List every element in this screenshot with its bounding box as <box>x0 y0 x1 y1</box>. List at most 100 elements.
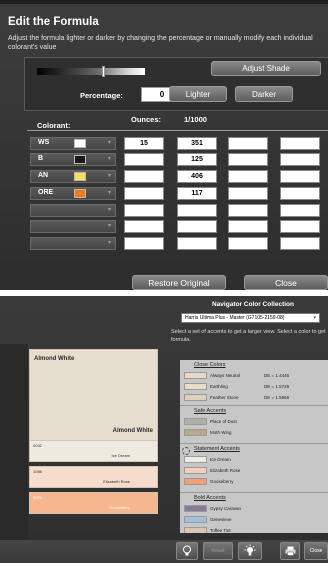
colorant-select[interactable]: WS ▾ <box>30 137 116 150</box>
accent-color-name: Always Neutral <box>210 373 241 378</box>
amount-input[interactable] <box>228 237 268 250</box>
amount-input[interactable] <box>228 137 268 150</box>
amount-input[interactable] <box>280 220 320 233</box>
accent-group-title[interactable]: Close Colors <box>194 362 225 368</box>
group-divider <box>180 405 328 406</box>
colorant-code: WS <box>38 139 50 146</box>
restore-original-button[interactable]: Restore Original <box>132 275 226 290</box>
ounces-input[interactable]: 15 <box>124 137 164 150</box>
amount-input[interactable] <box>228 187 268 200</box>
accent-color-item[interactable]: Always Neutral DE = 1.4446 <box>184 372 324 380</box>
lighter-button[interactable]: Lighter <box>169 86 227 102</box>
ounces-input[interactable] <box>124 187 164 200</box>
accent-color-name: Place of Dust <box>210 419 237 424</box>
lightbulb-on-button[interactable] <box>238 542 262 560</box>
chevron-down-icon: ▾ <box>107 207 111 213</box>
accent-swatch <box>184 394 207 401</box>
amount-input[interactable] <box>280 137 320 150</box>
lightbulb-icon <box>183 545 191 556</box>
accent-color-item[interactable]: Elizabeth Rose <box>184 467 324 475</box>
ounces-input[interactable] <box>124 204 164 217</box>
accent-color-name: Earthling <box>210 384 228 389</box>
amount-input[interactable] <box>228 220 268 233</box>
accent-swatch <box>184 516 207 523</box>
color-swatch[interactable]: 0032 Ice Dream <box>29 440 158 462</box>
colorant-code: ORE <box>38 189 54 196</box>
amount-input[interactable] <box>280 237 320 250</box>
parts-input[interactable]: 406 <box>177 170 217 183</box>
colorant-swatch <box>74 172 86 181</box>
color-swatch[interactable]: 0074 Gooseberry <box>29 492 158 514</box>
colorant-select[interactable]: ORE ▾ <box>30 187 116 200</box>
accent-color-item[interactable]: Gypsy Caravan <box>184 505 324 513</box>
edit-formula-dialog: Edit the Formula Adjust the formula ligh… <box>0 0 328 290</box>
lightbulb-off-button[interactable] <box>176 542 198 560</box>
accent-swatch <box>184 372 207 379</box>
accent-color-item[interactable]: Earthling DE = 1.5725 <box>184 383 324 391</box>
accent-color-item[interactable]: Toffee Tint <box>184 527 324 533</box>
chevron-down-icon: ▾ <box>107 223 111 229</box>
accent-swatch <box>184 418 207 425</box>
reset-button[interactable]: Reset <box>203 542 233 560</box>
amount-input[interactable] <box>228 170 268 183</box>
left-frame <box>0 344 28 563</box>
colorant-code: AN <box>38 172 49 179</box>
color-swatch[interactable]: 1056 Elizabeth Rose <box>29 466 158 488</box>
colorant-select[interactable]: ▾ <box>30 220 116 233</box>
amount-input[interactable] <box>228 204 268 217</box>
accent-group-title[interactable]: Safe Accents <box>194 408 226 414</box>
delta-e-value: DE = 1.4446 <box>264 373 290 378</box>
close-button[interactable]: Close <box>244 275 328 290</box>
adjust-shade-button[interactable]: Adjust Shade <box>211 61 321 76</box>
amount-input[interactable] <box>228 153 268 166</box>
colorant-select[interactable]: B ▾ <box>30 153 116 166</box>
accent-color-name: Moth Wing <box>210 430 232 435</box>
parts-input[interactable]: 351 <box>177 137 217 150</box>
accent-color-name: Toffee Tint <box>210 528 231 533</box>
shade-slider-handle[interactable] <box>102 66 106 77</box>
chevron-down-icon: ▾ <box>313 315 316 321</box>
amount-input[interactable] <box>280 204 320 217</box>
parts-input[interactable] <box>177 204 217 217</box>
ounces-input[interactable] <box>124 237 164 250</box>
print-button[interactable] <box>280 542 300 560</box>
parts-input[interactable] <box>177 237 217 250</box>
accent-color-item[interactable]: Gooseberry <box>184 478 324 486</box>
parts-input[interactable] <box>177 220 217 233</box>
parts-input[interactable]: 125 <box>177 153 217 166</box>
shade-slider[interactable] <box>37 66 145 77</box>
parts-input[interactable]: 117 <box>177 187 217 200</box>
selected-color-swatch[interactable]: Almond White Almond White <box>29 349 158 441</box>
ounces-input[interactable] <box>124 170 164 183</box>
accent-swatch <box>184 467 207 474</box>
accent-color-item[interactable]: Feather Stone DE = 1.5866 <box>184 394 324 402</box>
dialog-description: Adjust the formula lighter or darker by … <box>8 35 313 51</box>
colorant-select[interactable]: ▾ <box>30 237 116 250</box>
accent-color-name: Gypsy Caravan <box>210 506 242 511</box>
colorant-select[interactable]: ▾ <box>30 204 116 217</box>
amount-input[interactable] <box>280 153 320 166</box>
accent-color-item[interactable]: Ice Dream <box>184 456 324 464</box>
ounces-input[interactable] <box>124 153 164 166</box>
darker-button[interactable]: Darker <box>235 86 293 102</box>
colorant-select[interactable]: AN ▾ <box>30 170 116 183</box>
accent-group-title[interactable]: Statement Accents <box>194 446 240 452</box>
accent-group-title[interactable]: Bold Accents <box>194 495 226 501</box>
chevron-down-icon: ▾ <box>107 190 111 196</box>
group-divider <box>180 443 328 444</box>
collection-select[interactable]: Harris Ultima Plus - Master (G7105-2159-… <box>181 313 320 323</box>
percentage-label: Percentage: <box>80 91 123 100</box>
navigator-title: Navigator Color Collection <box>212 301 294 308</box>
header-divider <box>27 130 328 131</box>
amount-input[interactable] <box>280 187 320 200</box>
close-button[interactable]: Close <box>304 542 328 560</box>
amount-input[interactable] <box>280 170 320 183</box>
color-code: 0074 <box>33 495 42 500</box>
accent-color-item[interactable]: Moth Wing <box>184 429 324 437</box>
lightbulb-glow-icon <box>244 544 256 556</box>
accent-color-item[interactable]: Genevieve <box>184 516 324 524</box>
ounces-input[interactable] <box>124 220 164 233</box>
accent-color-name: Genevieve <box>210 517 232 522</box>
accent-color-item[interactable]: Place of Dust <box>184 418 324 426</box>
ounces-column-header: Ounces: <box>131 115 162 124</box>
